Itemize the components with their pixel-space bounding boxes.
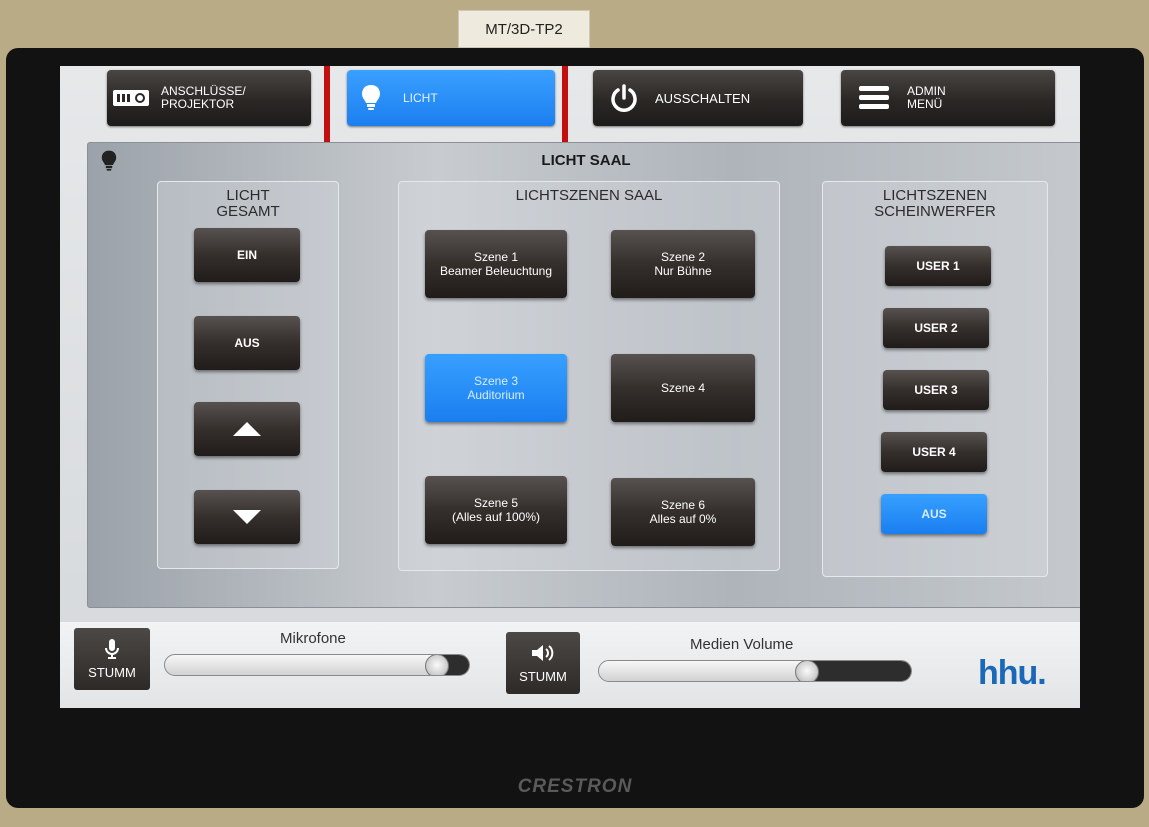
lichtszenen-saal-group: LICHTSZENEN SAAL Szene 1 Beamer Beleucht…: [398, 181, 780, 571]
nav-label: ADMIN MENÜ: [907, 84, 946, 111]
scheinwerfer-user-1-button[interactable]: USER 1: [885, 246, 991, 286]
touch-screen: ANSCHLÜSSE/ PROJEKTOR LICHT AUSSCHALTEN: [60, 66, 1080, 708]
speaker-icon: [532, 644, 554, 661]
media-volume-slider[interactable]: [598, 660, 912, 682]
scene-description: Nur Bühne: [654, 264, 712, 278]
button-label: USER 4: [912, 445, 956, 459]
audio-bar: STUMM Mikrofone STUMM Medien Volume hhu.: [60, 622, 1080, 708]
button-label: USER 2: [914, 321, 958, 335]
media-mute-button[interactable]: STUMM: [506, 632, 580, 694]
button-label: EIN: [236, 248, 257, 262]
microphone-icon: [105, 638, 119, 659]
scene-description: Auditorium: [467, 388, 525, 402]
scene-5-button[interactable]: Szene 5 (Alles auf 100%): [425, 476, 567, 544]
mute-label: STUMM: [88, 664, 136, 680]
nav-label: AUSSCHALTEN: [655, 90, 751, 106]
lichtszenen-scheinwerfer-group: LICHTSZENEN SCHEINWERFER USER 1 USER 2 U…: [822, 181, 1048, 577]
scene-3-button[interactable]: Szene 3 Auditorium: [425, 354, 567, 422]
nav-anschluesse-projektor-button[interactable]: ANSCHLÜSSE/ PROJEKTOR: [107, 70, 311, 126]
projector-icon: [107, 87, 155, 109]
mic-volume-slider[interactable]: [164, 654, 470, 676]
button-label: USER 1: [916, 259, 960, 273]
scene-6-button[interactable]: Szene 6 Alles auf 0%: [611, 478, 755, 546]
selection-highlight: [324, 66, 568, 150]
licht-gesamt-group: LICHT GESAMT EIN AUS: [157, 181, 339, 569]
licht-aus-button[interactable]: AUS: [194, 316, 300, 370]
button-label: AUS: [921, 507, 947, 521]
slider-knob[interactable]: [795, 661, 819, 681]
scene-description: Alles auf 0%: [649, 512, 717, 526]
scene-4-button[interactable]: Szene 4: [611, 354, 755, 422]
scene-name: Szene 3: [473, 374, 519, 388]
button-label: AUS: [234, 336, 260, 350]
scene-name: Szene 5: [473, 496, 519, 510]
media-slider-label: Medien Volume: [690, 636, 794, 653]
mic-slider-label: Mikrofone: [280, 630, 346, 647]
scene-description: Beamer Beleuchtung: [439, 264, 553, 278]
scene-name: Szene 1: [473, 250, 519, 264]
scene-description: (Alles auf 100%): [451, 510, 541, 524]
scheinwerfer-aus-button[interactable]: AUS: [881, 494, 987, 534]
scene-name: Szene 4: [660, 381, 706, 395]
panel-title: LICHT SAAL: [541, 152, 631, 169]
scheinwerfer-user-3-button[interactable]: USER 3: [883, 370, 989, 410]
arrow-down-icon: [233, 510, 261, 524]
nav-ausschalten-button[interactable]: AUSSCHALTEN: [593, 70, 803, 126]
arrow-up-icon: [233, 422, 261, 436]
licht-saal-panel: LICHT SAAL LICHT GESAMT EIN AUS LICHTSZE…: [87, 142, 1080, 608]
scene-name: Szene 6: [660, 498, 706, 512]
nav-label: ANSCHLÜSSE/ PROJEKTOR: [161, 84, 246, 111]
group-title: LICHTSZENEN SCHEINWERFER: [874, 187, 996, 220]
licht-ein-button[interactable]: EIN: [194, 228, 300, 282]
mic-mute-button[interactable]: STUMM: [74, 628, 150, 690]
group-title: LICHT GESAMT: [216, 187, 280, 220]
slider-fill: [807, 661, 911, 681]
licht-down-button[interactable]: [194, 490, 300, 544]
hhu-logo: hhu.: [978, 654, 1047, 692]
brand-label: CRESTRON: [517, 776, 633, 797]
mute-label: STUMM: [519, 668, 567, 684]
nav-admin-menu-button[interactable]: ADMIN MENÜ: [841, 70, 1055, 126]
scene-1-button[interactable]: Szene 1 Beamer Beleuchtung: [425, 230, 567, 298]
button-label: USER 3: [914, 383, 958, 397]
wall-label: MT/3D-TP2: [458, 10, 590, 48]
slider-knob[interactable]: [425, 655, 449, 675]
licht-up-button[interactable]: [194, 402, 300, 456]
menu-icon: [841, 85, 907, 111]
scheinwerfer-user-4-button[interactable]: USER 4: [881, 432, 987, 472]
power-icon: [593, 83, 655, 113]
scene-2-button[interactable]: Szene 2 Nur Bühne: [611, 230, 755, 298]
scheinwerfer-user-2-button[interactable]: USER 2: [883, 308, 989, 348]
scene-name: Szene 2: [660, 250, 706, 264]
group-title: LICHTSZENEN SAAL: [515, 187, 663, 204]
